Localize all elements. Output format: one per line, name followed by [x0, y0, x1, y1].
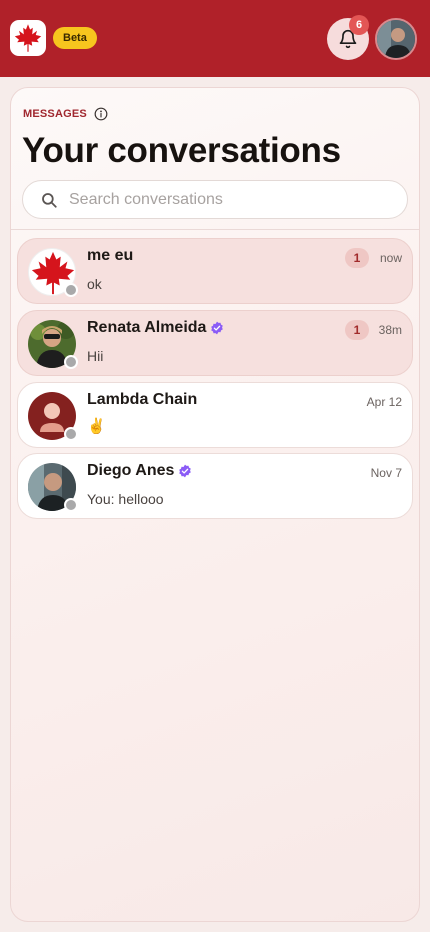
contact-name: me eu	[87, 247, 134, 264]
maple-leaf-logo[interactable]	[10, 20, 46, 56]
verified-badge-icon	[211, 321, 224, 335]
last-message: ok	[87, 276, 102, 292]
status-dot	[64, 355, 78, 369]
last-message: Hii	[87, 348, 104, 364]
conversation-item-diego-anes[interactable]: Diego Anes You: hellooo Nov 7	[17, 453, 413, 519]
message-time: Apr 12	[366, 395, 402, 409]
contact-name: Diego Anes	[87, 462, 192, 480]
page-title: Your conversations	[22, 131, 341, 170]
message-time: 38m	[378, 323, 402, 337]
unread-count-badge: 1	[345, 248, 369, 268]
conversation-item-renata-almeida[interactable]: Renata Almeida Hii 1 38m	[17, 310, 413, 376]
status-dot	[64, 498, 78, 512]
user-avatar[interactable]	[375, 18, 417, 60]
divider	[11, 229, 419, 230]
search-icon	[42, 193, 57, 208]
contact-name: Renata Almeida	[87, 319, 224, 337]
top-bar: Beta 6	[0, 0, 430, 77]
conversation-item-lambda-chain[interactable]: Lambda Chain ✌️ Apr 12	[17, 382, 413, 448]
status-dot	[64, 427, 78, 441]
contact-name: Lambda Chain	[87, 391, 198, 408]
info-icon[interactable]	[94, 107, 108, 121]
status-dot	[64, 283, 78, 297]
verified-badge-icon	[179, 464, 192, 478]
unread-count-badge: 1	[345, 320, 369, 340]
last-message: ✌️	[87, 417, 106, 435]
message-time: now	[379, 251, 402, 265]
message-time: Nov 7	[370, 466, 402, 480]
last-message: You: hellooo	[87, 491, 164, 507]
search-input[interactable]	[69, 181, 389, 218]
notification-count-badge: 6	[349, 15, 369, 35]
section-label: MESSAGES	[23, 108, 87, 120]
beta-badge: Beta	[53, 27, 97, 49]
conversation-item-me-eu[interactable]: me eu ok 1 now	[17, 238, 413, 304]
search-bar	[22, 180, 408, 219]
